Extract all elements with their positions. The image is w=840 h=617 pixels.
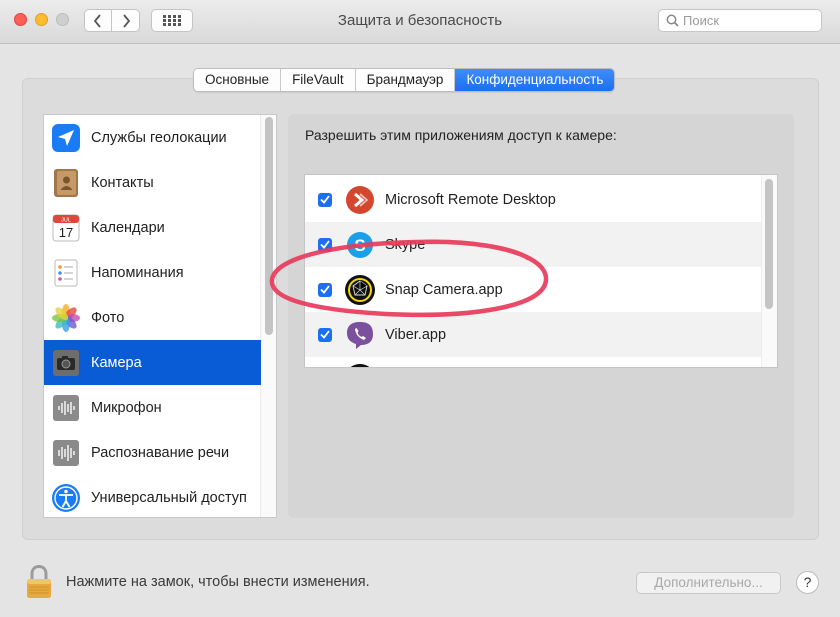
sidebar-item-accessibility[interactable]: Универсальный доступ bbox=[44, 475, 261, 517]
location-icon bbox=[50, 122, 82, 154]
app-label: Microsoft Remote Desktop bbox=[385, 191, 556, 208]
sidebar-item-label: Камера bbox=[91, 354, 142, 371]
microphone-icon bbox=[50, 392, 82, 424]
sidebar-item-label: Микрофон bbox=[91, 399, 162, 416]
sidebar-item-camera[interactable]: Камера bbox=[44, 340, 261, 385]
photos-icon bbox=[50, 302, 82, 334]
sidebar-item-label: Распознавание речи bbox=[91, 444, 230, 461]
tab-bar: Основные FileVault Брандмауэр Конфиденци… bbox=[193, 68, 616, 92]
tab-filevault[interactable]: FileVault bbox=[281, 69, 356, 91]
tab-privacy[interactable]: Конфиденциальность bbox=[455, 69, 615, 91]
sidebar-item-label: Контакты bbox=[91, 174, 154, 191]
app-checkbox[interactable] bbox=[318, 327, 332, 342]
search-field[interactable] bbox=[658, 9, 822, 32]
title-bar: Защита и безопасность bbox=[0, 0, 840, 44]
sidebar-item-label: Службы геолокации bbox=[91, 129, 227, 146]
sidebar-item-microphone[interactable]: Микрофон bbox=[44, 385, 261, 430]
camera-icon bbox=[50, 347, 82, 379]
advanced-button[interactable]: Дополнительно... bbox=[636, 572, 781, 594]
search-input[interactable] bbox=[683, 12, 813, 29]
app-row-partial bbox=[305, 357, 763, 367]
app-label: Viber.app bbox=[385, 326, 447, 343]
sidebar-item-label: Напоминания bbox=[91, 264, 184, 281]
app-row-remote-desktop[interactable]: Microsoft Remote Desktop bbox=[305, 177, 763, 222]
lock-icon[interactable] bbox=[26, 565, 52, 599]
checkmark-icon bbox=[320, 195, 330, 204]
calendar-icon: JUL 17 bbox=[50, 212, 82, 244]
sidebar-item-location[interactable]: Службы геолокации bbox=[44, 115, 261, 160]
sidebar-item-label: Календари bbox=[91, 219, 165, 236]
camera-access-prompt: Разрешить этим приложениям доступ к каме… bbox=[305, 127, 617, 143]
tab-firewall[interactable]: Брандмауэр bbox=[355, 69, 456, 91]
checkmark-icon bbox=[320, 330, 330, 339]
speech-recognition-icon bbox=[50, 437, 82, 469]
sidebar-item-label: Универсальный доступ bbox=[91, 489, 247, 506]
sidebar-item-label: Фото bbox=[91, 309, 125, 326]
app-checkbox[interactable] bbox=[318, 192, 332, 207]
contacts-icon bbox=[50, 167, 82, 199]
app-list-scrollbar[interactable] bbox=[765, 179, 773, 309]
annotation-circle bbox=[269, 239, 549, 318]
sidebar-item-photos[interactable]: Фото bbox=[44, 295, 261, 340]
sidebar-item-contacts[interactable]: Контакты bbox=[44, 160, 261, 205]
search-icon bbox=[666, 14, 679, 27]
reminders-icon bbox=[50, 257, 82, 289]
remote-desktop-icon bbox=[344, 184, 376, 216]
accessibility-icon bbox=[50, 482, 82, 514]
tab-general[interactable]: Основные bbox=[194, 69, 282, 91]
calendar-month: JUL bbox=[61, 217, 71, 223]
privacy-category-list: Службы геолокации Контакты JUL 17 Календ… bbox=[43, 114, 277, 518]
sidebar-item-speech-recognition[interactable]: Распознавание речи bbox=[44, 430, 261, 475]
lock-hint-text: Нажмите на замок, чтобы внести изменения… bbox=[66, 574, 370, 590]
help-button[interactable]: ? bbox=[796, 571, 819, 594]
sidebar-item-calendars[interactable]: JUL 17 Календари bbox=[44, 205, 261, 250]
sidebar-item-reminders[interactable]: Напоминания bbox=[44, 250, 261, 295]
calendar-day: 17 bbox=[59, 225, 73, 240]
app-list-scroll-track[interactable] bbox=[761, 175, 777, 367]
app-icon-partial bbox=[344, 363, 376, 367]
